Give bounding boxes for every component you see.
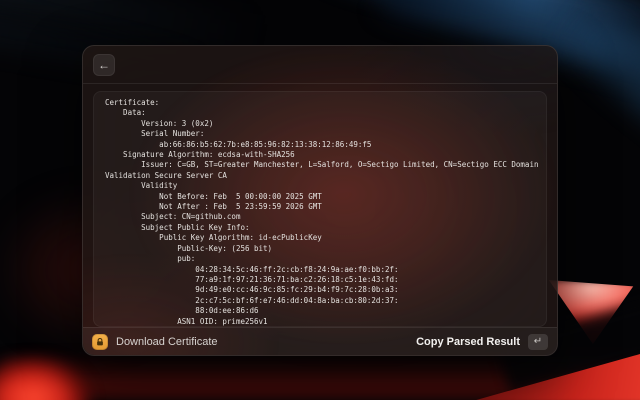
certificate-line: Subject: CN=github.com [105,212,241,222]
window-header: ← [83,46,557,84]
certificate-line: Public-Key: (256 bit) [105,243,273,253]
back-button[interactable]: ← [93,53,115,76]
certificate-line: 04:28:34:5c:46:ff:2c:cb:f8:24:9a:ae:f0:b… [105,264,399,274]
back-arrow-icon: ← [98,57,110,72]
copy-parsed-result-label: Copy Parsed Result [416,335,520,348]
certificate-line: Data: [105,108,146,118]
certificate-line: Issuer: C=GB, ST=Greater Manchester, L=S… [105,160,539,170]
certificate-line: Validation Secure Server CA [105,170,227,180]
copy-parsed-result-button[interactable]: Copy Parsed Result ↵ [416,333,548,350]
certificate-scroll-area[interactable]: Certificate: Data: Version: 3 (0x2) Seri… [93,91,547,327]
certificate-line: Validity [105,181,178,191]
certificate-line: Public Key Algorithm: id-ecPublicKey [105,233,322,243]
certificate-line: Signature Algorithm: ecdsa-with-SHA256 [105,150,295,160]
lock-icon [92,333,108,350]
certificate-line: Subject Public Key Info: [105,222,250,232]
certificate-line: 77:a9:1f:97:21:36:71:ba:c2:26:18:c5:1e:4… [105,274,399,284]
certificate-line: 2c:c7:5c:bf:6f:e7:46:dd:04:8a:ba:cb:80:2… [105,295,399,305]
certificate-line: Serial Number: [105,129,205,139]
certificate-viewer-window: ← Certificate: Data: Version: 3 (0x2) Se… [82,45,558,356]
certificate-line: Not Before: Feb 5 00:00:00 2025 GMT [105,191,322,201]
action-bar: Download Certificate Copy Parsed Result … [83,327,557,355]
download-certificate-action[interactable]: Download Certificate [92,333,218,350]
certificate-line: Version: 3 (0x2) [105,118,214,128]
return-key-icon: ↵ [528,333,548,350]
certificate-line: 9d:49:e0:cc:46:9c:85:fc:29:b4:f9:7c:28:0… [105,285,399,295]
certificate-line: pub: [105,254,196,264]
certificate-line: ASN1 OID: prime256v1 [105,316,268,326]
download-certificate-label: Download Certificate [116,335,218,348]
certificate-line: Certificate: [105,98,160,107]
certificate-line: 88:0d:ee:86:d6 [105,306,259,316]
certificate-line: ab:66:86:b5:62:7b:e8:85:96:82:13:38:12:8… [105,139,372,149]
certificate-line: Not After : Feb 5 23:59:59 2026 GMT [105,202,322,212]
